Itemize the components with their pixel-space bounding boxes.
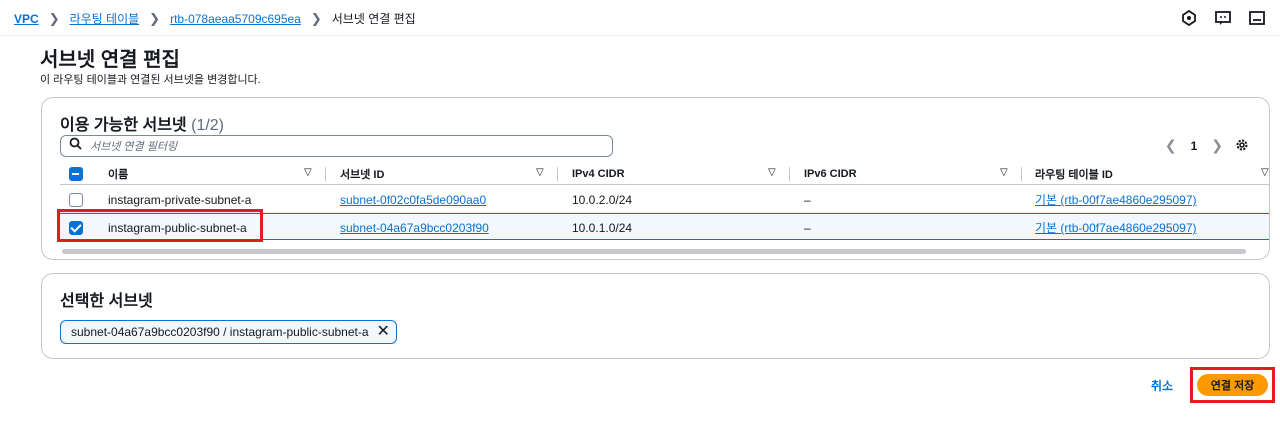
subnet-filter-input[interactable]: 서브넷 연결 필터링: [60, 135, 613, 157]
route-table-link[interactable]: 기본 (rtb-00f7ae4860e295097): [1035, 191, 1197, 208]
close-icon[interactable]: ✕: [377, 324, 390, 340]
available-subnets-count: (1/2): [191, 117, 225, 134]
cancel-button[interactable]: 취소: [1151, 377, 1173, 394]
next-page-icon[interactable]: ❯: [1211, 137, 1223, 154]
breadcrumb-current: 서브넷 연결 편집: [331, 12, 416, 26]
notifications-icon[interactable]: [1180, 9, 1198, 27]
pagination: ❮ 1 ❯: [1165, 137, 1223, 154]
ipv6-cidr: –: [804, 192, 811, 207]
page-title: 서브넷 연결 편집: [40, 49, 180, 71]
subnet-name: instagram-public-subnet-a: [108, 220, 247, 235]
available-subnets-panel: 이용 가능한 서브넷 (1/2) 서브넷 연결 필터링 ❮ 1 ❯ 이름 ▽ 서…: [41, 97, 1270, 260]
column-subnet-id[interactable]: 서브넷 ID: [340, 162, 384, 185]
ipv4-cidr: 10.0.2.0/24: [572, 192, 633, 207]
gear-icon[interactable]: [1235, 138, 1249, 157]
sort-down-icon[interactable]: ▽: [536, 167, 544, 178]
search-icon: [69, 137, 82, 155]
selected-subnets-title: 선택한 서브넷: [60, 293, 153, 310]
breadcrumb-route-table-id[interactable]: rtb-078aeaa5709c695ea: [170, 12, 301, 26]
select-all-checkbox[interactable]: [69, 162, 83, 185]
column-ipv6-cidr[interactable]: IPv6 CIDR: [804, 162, 857, 185]
sort-down-icon[interactable]: ▽: [1261, 167, 1269, 178]
column-name[interactable]: 이름: [108, 162, 128, 185]
token-label: subnet-04a67a9bcc0203f90 / instagram-pub…: [71, 325, 369, 339]
ipv6-cidr: –: [804, 220, 811, 235]
chevron-right-icon: ❯: [149, 10, 161, 26]
selected-subnet-token: subnet-04a67a9bcc0203f90 / instagram-pub…: [60, 320, 397, 344]
table-row[interactable]: instagram-private-subnet-a subnet-0f02c0…: [60, 186, 1269, 213]
table-header: 이름 ▽ 서브넷 ID ▽ IPv4 CIDR ▽ IPv6 CIDR ▽ 라우…: [60, 162, 1269, 185]
panel-toggle-icon[interactable]: [1248, 9, 1266, 27]
page-description: 이 라우팅 테이블과 연결된 서브넷을 변경합니다.: [40, 74, 261, 86]
sort-down-icon[interactable]: ▽: [768, 167, 776, 178]
row-checkbox[interactable]: [69, 186, 83, 213]
highlight-box: 연결 저장: [1190, 367, 1275, 403]
breadcrumb-vpc[interactable]: VPC: [14, 12, 39, 26]
horizontal-scrollbar[interactable]: [62, 249, 1246, 254]
top-toolbar: [1180, 9, 1266, 27]
subnet-name: instagram-private-subnet-a: [108, 192, 252, 207]
top-bar: VPC ❯ 라우팅 테이블 ❯ rtb-078aeaa5709c695ea ❯ …: [0, 0, 1280, 36]
column-ipv4-cidr[interactable]: IPv4 CIDR: [572, 162, 625, 185]
table-row[interactable]: instagram-public-subnet-a subnet-04a67a9…: [60, 213, 1269, 241]
sort-down-icon[interactable]: ▽: [1000, 167, 1008, 178]
row-checkbox[interactable]: [69, 214, 83, 241]
filter-placeholder: 서브넷 연결 필터링: [90, 141, 178, 153]
subnet-id-link[interactable]: subnet-04a67a9bcc0203f90: [340, 221, 489, 235]
save-associations-button[interactable]: 연결 저장: [1197, 374, 1268, 396]
chevron-right-icon: ❯: [48, 10, 60, 26]
feedback-icon[interactable]: [1214, 9, 1232, 27]
previous-page-icon[interactable]: ❮: [1165, 137, 1177, 154]
available-subnets-title-text: 이용 가능한 서브넷: [60, 117, 187, 134]
selected-subnets-panel: 선택한 서브넷 subnet-04a67a9bcc0203f90 / insta…: [41, 273, 1270, 359]
breadcrumb-route-tables[interactable]: 라우팅 테이블: [70, 10, 140, 27]
chevron-right-icon: ❯: [310, 10, 322, 26]
available-subnets-title: 이용 가능한 서브넷 (1/2): [60, 111, 224, 135]
subnet-id-link[interactable]: subnet-0f02c0fa5de090aa0: [340, 193, 486, 207]
breadcrumb: VPC ❯ 라우팅 테이블 ❯ rtb-078aeaa5709c695ea ❯ …: [14, 10, 416, 27]
ipv4-cidr: 10.0.1.0/24: [572, 220, 633, 235]
route-table-link[interactable]: 기본 (rtb-00f7ae4860e295097): [1035, 219, 1197, 236]
column-route-table-id[interactable]: 라우팅 테이블 ID: [1035, 162, 1113, 185]
sort-down-icon[interactable]: ▽: [304, 167, 312, 178]
current-page-number[interactable]: 1: [1191, 139, 1198, 153]
